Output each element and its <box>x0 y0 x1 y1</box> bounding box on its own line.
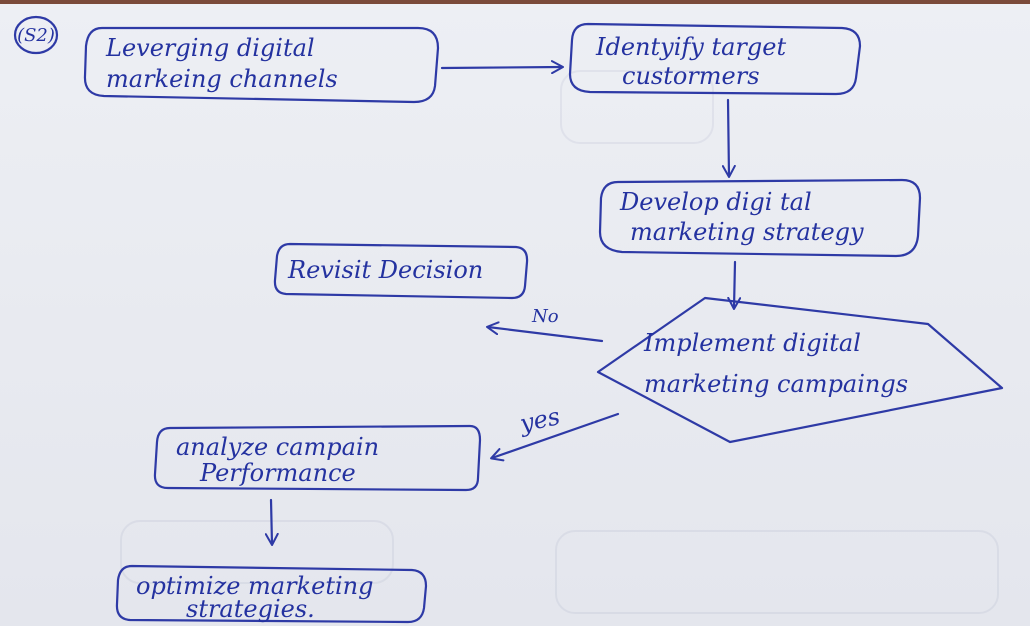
node-optimize-strategies: optimize marketing strategies. <box>115 564 428 624</box>
node-identify-line1: Identyify target <box>595 33 786 61</box>
node-revisit-line1: Revisit Decision <box>287 256 483 284</box>
node-analyze-line1: analyze campain <box>176 433 379 461</box>
node-analyze-line2: Performance <box>199 459 356 487</box>
node-identify-customers: Identyify target custormers <box>568 22 862 96</box>
node-optimize-line2: strategies. <box>186 595 315 623</box>
arrow-analyze-to-optimize <box>264 498 279 546</box>
decision-line1: Implement digital <box>643 329 861 357</box>
arrow-implement-no-to-revisit <box>486 321 604 343</box>
node-leveraging-line2: markeing channels <box>106 65 338 93</box>
node-identify-line2: custormers <box>622 62 760 90</box>
node-analyze-performance: analyze campain Performance <box>153 424 482 492</box>
decision-line2: marketing campaings <box>644 370 908 398</box>
node-develop-line2: marketing strategy <box>630 218 864 246</box>
arrow-develop-to-implement <box>727 260 742 310</box>
edge-label-yes: yes <box>516 402 562 438</box>
node-develop-line1: Develop digi tal <box>619 188 812 216</box>
edge-label-no: No <box>531 306 559 327</box>
question-number-text: (S2) <box>17 25 55 46</box>
arrow-leveraging-to-identify <box>440 60 564 75</box>
node-leveraging-line1: Leverging digital <box>105 34 315 62</box>
node-leveraging-channels: Leverging digital markeing channels <box>83 26 440 104</box>
question-number: (S2) <box>13 15 59 55</box>
flowchart: (S2) Leverging digital markeing channels… <box>13 15 1004 624</box>
decision-implement-campaigns: Implement digital marketing campaings <box>596 296 1004 444</box>
node-develop-strategy: Develop digi tal marketing strategy <box>598 178 922 258</box>
arrow-identify-to-develop <box>721 98 736 178</box>
node-revisit-decision: Revisit Decision <box>273 242 529 300</box>
